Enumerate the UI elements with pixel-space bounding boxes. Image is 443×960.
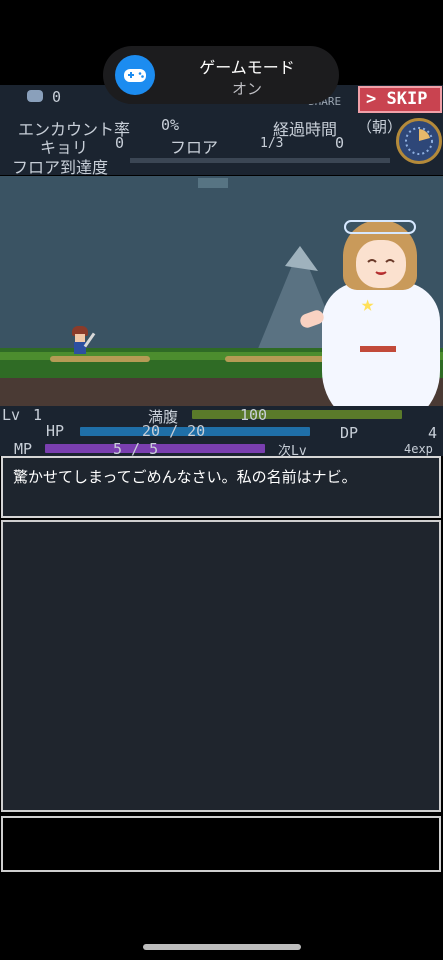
navi-fairy-face <box>356 240 406 288</box>
floor-reach-bar <box>130 158 390 163</box>
message-log-panel <box>1 520 441 812</box>
gem-icon <box>27 90 43 102</box>
encounter-value: 0% <box>161 116 180 134</box>
status-panel: Lv 1 満腹 100 DP 4 HP 20 / 20 MP 5 / 5 次Lv… <box>0 406 443 459</box>
flower-crown <box>344 220 416 234</box>
time-of-day: （朝） <box>357 118 403 136</box>
dp-label: DP <box>340 424 359 442</box>
game-mode-toast: ゲームモード オン <box>103 46 339 104</box>
hp-label: HP <box>46 422 65 440</box>
clock-icon <box>396 118 442 164</box>
skip-button[interactable]: > SKIP <box>358 86 442 113</box>
hp-text: 20 / 20 <box>142 422 206 440</box>
distance-value: 0 <box>115 134 125 152</box>
floor-value: 0 <box>335 134 345 152</box>
level-label: Lv <box>2 406 21 424</box>
toast-subtitle: オン <box>231 80 262 98</box>
command-panel[interactable] <box>1 816 441 872</box>
home-indicator[interactable] <box>143 944 301 950</box>
gamepad-icon <box>115 55 155 95</box>
floor-label: フロア <box>170 138 219 157</box>
dialogue-text: 驚かせてしまってごめんなさい。私の名前はナビ。 <box>13 468 357 486</box>
star-icon: ★ <box>361 292 375 317</box>
navi-belt <box>360 346 396 352</box>
dialogue-box[interactable]: 驚かせてしまってごめんなさい。私の名前はナビ。 <box>1 456 441 518</box>
floor-reach-label: フロア到達度 <box>12 158 109 177</box>
path-patch <box>50 356 150 362</box>
path-patch <box>225 356 325 362</box>
toast-title: ゲームモード <box>199 58 295 77</box>
hero-sprite <box>70 326 96 360</box>
skip-chevron-icon: > <box>366 89 377 109</box>
floor-progress: 1/3 <box>260 136 284 151</box>
level-value: 1 <box>33 406 43 424</box>
skip-label: SKIP <box>386 89 428 109</box>
fullness-value: 100 <box>240 406 268 424</box>
dp-value: 4 <box>428 424 438 442</box>
next-level-exp: 4exp <box>404 442 433 456</box>
gem-count: 0 <box>52 88 62 106</box>
fullness-bar <box>192 410 402 419</box>
